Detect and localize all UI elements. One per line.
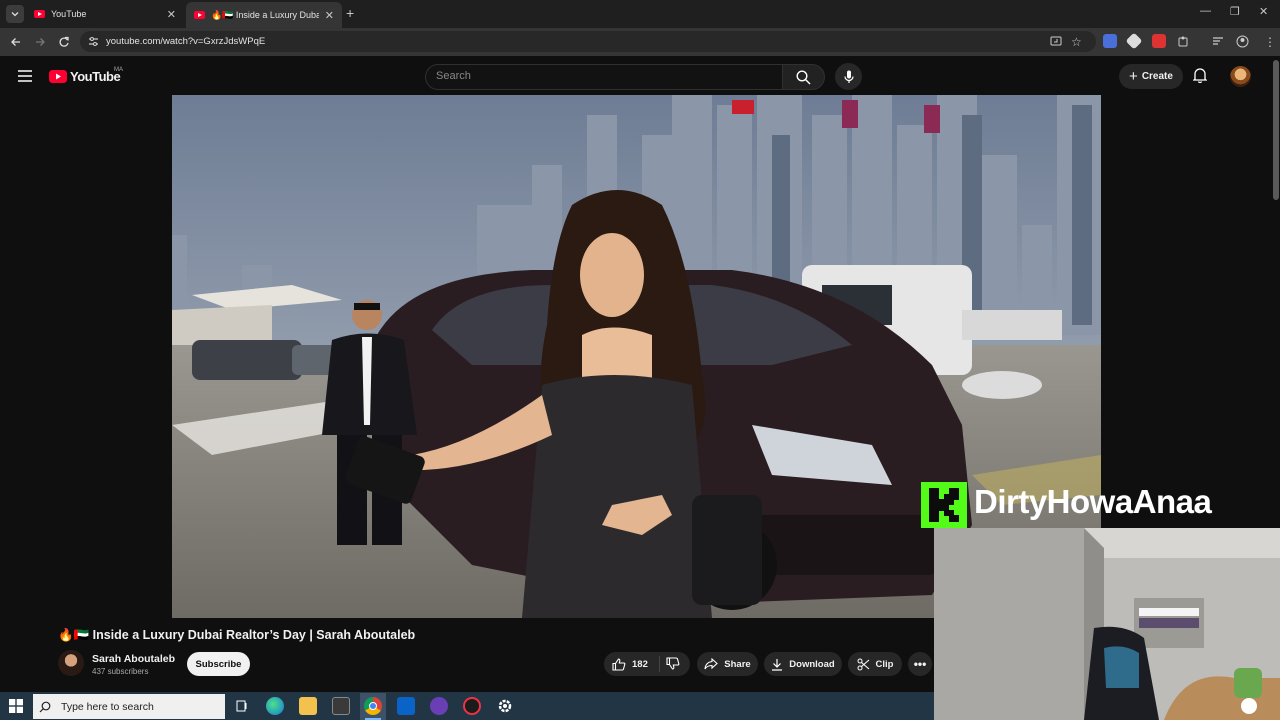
share-button[interactable]: Share <box>697 652 758 676</box>
dislike-button[interactable] <box>666 657 680 670</box>
share-icon <box>704 658 719 670</box>
tab-search-button[interactable] <box>6 5 24 23</box>
create-label: Create <box>1141 71 1173 82</box>
like-divider <box>659 656 660 672</box>
chrome-icon-center <box>369 702 377 710</box>
hamburger-menu-icon[interactable] <box>18 70 32 82</box>
taskbar-search-placeholder: Type here to search <box>61 700 154 713</box>
close-tab-icon[interactable]: ✕ <box>325 9 334 22</box>
clip-label: Clip <box>875 658 894 670</box>
youtube-logo[interactable]: YouTube <box>49 69 121 84</box>
region-code: MA <box>114 67 123 73</box>
edge-browser-icon[interactable] <box>266 697 284 715</box>
video-title: 🔥🇦🇪 Inside a Luxury Dubai Realtor’s Day … <box>58 628 416 642</box>
scissors-icon <box>857 658 869 670</box>
browser-tab-video[interactable]: 🔥🇦🇪 Inside a Luxury Dubai Realtor's Day … <box>186 2 342 28</box>
thumbs-down-icon <box>666 657 680 670</box>
extensions-puzzle-icon[interactable] <box>1177 35 1190 48</box>
more-actions-button[interactable]: ••• <box>908 652 932 676</box>
search-input[interactable] <box>436 70 766 82</box>
browser-tab-youtube[interactable]: YouTube ✕ <box>26 0 184 28</box>
plus-icon: + <box>1129 68 1138 85</box>
new-tab-button[interactable]: + <box>346 5 354 21</box>
extension-icon[interactable] <box>1152 34 1166 48</box>
search-button[interactable] <box>782 64 825 90</box>
download-button[interactable]: Download <box>764 652 842 676</box>
outlook-icon[interactable] <box>397 697 415 715</box>
settings-gear-icon[interactable] <box>496 697 514 715</box>
thumbs-up-icon <box>612 657 626 671</box>
kick-logo-icon <box>921 482 967 528</box>
site-info-icon[interactable] <box>88 36 99 47</box>
browser-menu-icon[interactable]: ⋮ <box>1264 35 1276 49</box>
task-view-icon[interactable] <box>233 697 251 715</box>
profile-icon[interactable] <box>1236 35 1249 48</box>
tab-title: 🔥🇦🇪 Inside a Luxury Dubai Realtor's Day <box>211 9 319 20</box>
translate-extension-icon[interactable] <box>1103 34 1117 48</box>
download-label: Download <box>789 658 835 670</box>
search-icon <box>39 701 51 712</box>
channel-name[interactable]: Sarah Aboutaleb <box>92 653 175 665</box>
tab-title: YouTube <box>51 9 87 19</box>
youtube-favicon-icon <box>34 10 45 18</box>
chrome-taskbar-active[interactable] <box>360 693 386 720</box>
close-window-icon[interactable]: ✕ <box>1259 5 1268 18</box>
subscribe-button[interactable]: Subscribe <box>187 652 250 676</box>
microphone-icon <box>843 70 854 83</box>
windows-start-icon[interactable] <box>9 699 23 713</box>
user-avatar[interactable] <box>1230 66 1251 87</box>
search-icon <box>796 69 811 84</box>
youtube-favicon-icon <box>194 11 205 19</box>
clip-button[interactable]: Clip <box>848 652 902 676</box>
back-icon[interactable] <box>8 34 24 50</box>
voice-search-button[interactable] <box>835 63 862 90</box>
url-text[interactable]: youtube.com/watch?v=GxrzJdsWPqE <box>106 36 265 47</box>
reload-icon[interactable] <box>56 34 72 50</box>
search-box[interactable] <box>425 64 783 90</box>
streamer-name: DirtyHowaAnaa <box>974 483 1212 520</box>
app-icon[interactable] <box>430 697 448 715</box>
webcam-image <box>934 528 1280 720</box>
download-icon <box>772 658 783 671</box>
webcam-feed <box>934 528 1280 720</box>
subscriber-count: 437 subscribers <box>92 667 149 676</box>
minimize-icon[interactable]: — <box>1200 5 1211 17</box>
microsoft-store-icon[interactable] <box>332 697 350 715</box>
taskbar-search-box[interactable]: Type here to search <box>33 694 225 719</box>
obs-icon[interactable] <box>463 697 481 715</box>
more-horizontal-icon: ••• <box>913 657 927 671</box>
channel-avatar[interactable] <box>58 650 84 676</box>
close-tab-icon[interactable]: ✕ <box>167 8 176 21</box>
youtube-logo-text: YouTube <box>70 69 121 84</box>
forward-icon[interactable] <box>32 34 48 50</box>
bookmark-star-icon[interactable]: ☆ <box>1071 35 1082 49</box>
like-button[interactable]: 182 <box>612 657 648 671</box>
like-count: 182 <box>632 658 648 670</box>
page-scrollbar[interactable] <box>1273 60 1279 200</box>
reading-list-icon[interactable] <box>1212 36 1224 46</box>
share-label: Share <box>724 658 751 670</box>
create-button[interactable]: + Create <box>1119 64 1183 89</box>
cast-icon[interactable] <box>1050 36 1062 47</box>
chevron-down-icon <box>11 12 19 17</box>
file-explorer-icon[interactable] <box>299 697 317 715</box>
restore-icon[interactable]: ❐ <box>1230 5 1240 18</box>
youtube-play-logo-icon <box>49 70 67 83</box>
notifications-bell-icon[interactable] <box>1193 67 1207 83</box>
